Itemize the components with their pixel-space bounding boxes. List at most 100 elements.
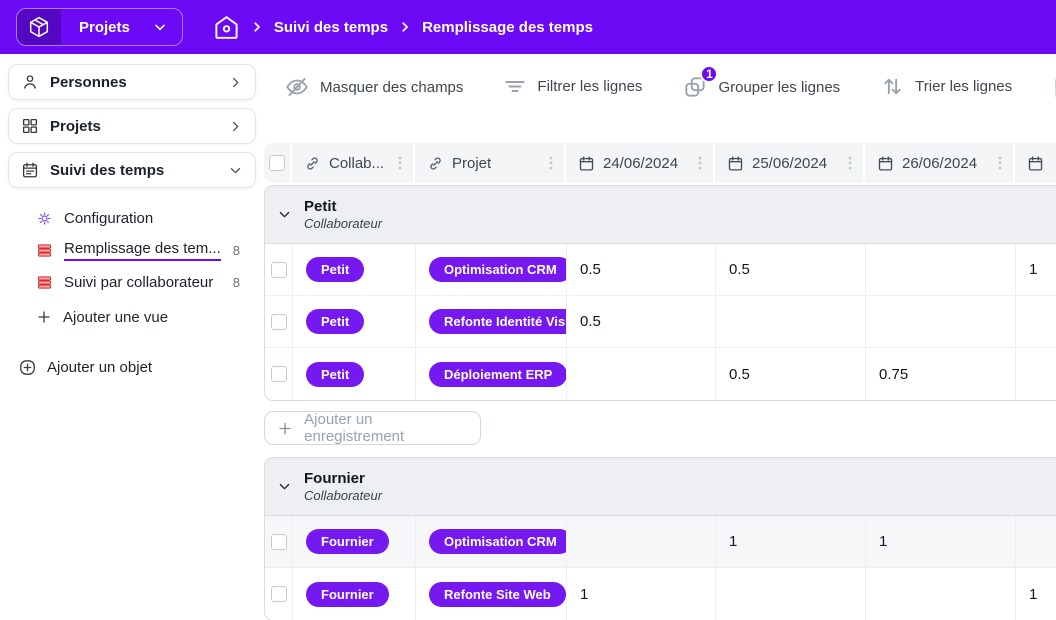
view-count-badge: 8	[233, 243, 240, 258]
value-cell[interactable]: 1	[567, 568, 716, 620]
view-type-button[interactable]: Tableau	[1052, 74, 1056, 101]
workspace-name: Projets	[61, 19, 152, 36]
projet-pill[interactable]: Refonte Identité Visuelle	[429, 309, 567, 334]
plus-icon	[36, 309, 52, 325]
value-cell[interactable]	[1016, 516, 1056, 567]
app-logo-icon	[17, 8, 61, 46]
value-cell[interactable]	[1016, 296, 1056, 347]
value-cell[interactable]: 0.5	[567, 296, 716, 347]
column-menu-icon[interactable]	[993, 155, 1007, 171]
column-header-collaborateur[interactable]: Collab...	[292, 143, 415, 183]
projet-cell[interactable]: Déploiement ERP	[416, 348, 567, 400]
sidebar-item-suivi-des-temps[interactable]: Suivi des temps	[8, 152, 256, 188]
value-cell[interactable]: 0.5	[716, 348, 866, 400]
breadcrumb-item-suivi-des-temps[interactable]: Suivi des temps	[274, 19, 388, 36]
collaborateur-pill[interactable]: Petit	[306, 309, 364, 334]
projet-pill[interactable]: Déploiement ERP	[429, 362, 567, 387]
value-cell[interactable]	[866, 244, 1016, 295]
select-all-checkbox[interactable]	[269, 155, 285, 171]
group-rows-button[interactable]: 1 Grouper les lignes	[682, 74, 840, 100]
row-checkbox[interactable]	[271, 314, 287, 330]
group-title: Petit	[304, 197, 382, 217]
projet-cell[interactable]: Optimisation CRM	[416, 244, 567, 295]
chevron-right-icon	[228, 75, 243, 90]
value-cell[interactable]: 1	[866, 516, 1016, 567]
collaborateur-pill[interactable]: Petit	[306, 257, 364, 282]
calendar-icon	[21, 161, 39, 179]
value-cell[interactable]	[866, 568, 1016, 620]
toolbar-label: Grouper les lignes	[718, 79, 840, 96]
collaborateur-cell[interactable]: Petit	[293, 296, 416, 347]
row-select-cell	[265, 568, 293, 620]
value-cell[interactable]	[716, 296, 866, 347]
collaborateur-pill[interactable]: Fournier	[306, 529, 389, 554]
plus-square-icon	[18, 358, 37, 377]
sidebar-item-projets[interactable]: Projets	[8, 108, 256, 144]
group-header[interactable]: Fournier Collaborateur	[265, 458, 1056, 516]
column-header-date-26-06[interactable]: 26/06/2024	[865, 143, 1015, 183]
toolbar-label: Trier les lignes	[915, 78, 1012, 95]
breadcrumb-separator-icon	[398, 20, 412, 34]
value-cell[interactable]	[1016, 348, 1056, 400]
add-view-button[interactable]: Ajouter une vue	[8, 300, 256, 334]
sidebar-item-personnes[interactable]: Personnes	[8, 64, 256, 100]
view-item-suivi-par-collaborateur[interactable]: Suivi par collaborateur 8	[8, 266, 256, 298]
value-cell[interactable]	[567, 348, 716, 400]
row-checkbox[interactable]	[271, 366, 287, 382]
filter-rows-button[interactable]: Filtrer les lignes	[503, 74, 642, 98]
value-cell[interactable]	[716, 568, 866, 620]
toolbar-label: Filtrer les lignes	[537, 78, 642, 95]
column-header-date-25-06[interactable]: 25/06/2024	[715, 143, 865, 183]
value-cell[interactable]	[567, 516, 716, 567]
column-header-projet[interactable]: Projet	[415, 143, 566, 183]
row-select-cell	[265, 348, 293, 400]
view-item-configuration[interactable]: Configuration	[8, 202, 256, 234]
collaborateur-pill[interactable]: Petit	[306, 362, 364, 387]
value-cell[interactable]	[866, 296, 1016, 347]
link-icon	[304, 155, 321, 172]
select-all-header-cell[interactable]	[264, 143, 292, 183]
view-item-label: Configuration	[64, 210, 153, 227]
home-button[interactable]	[213, 14, 240, 41]
row-checkbox[interactable]	[271, 262, 287, 278]
column-menu-icon[interactable]	[393, 155, 407, 171]
value-cell[interactable]: 0.5	[716, 244, 866, 295]
projet-pill[interactable]: Optimisation CRM	[429, 529, 567, 554]
value-cell[interactable]: 0.5	[567, 244, 716, 295]
projet-pill[interactable]: Refonte Site Web	[429, 582, 566, 607]
column-menu-icon[interactable]	[544, 155, 558, 171]
row-checkbox[interactable]	[271, 586, 287, 602]
value-cell[interactable]: 1	[1016, 568, 1056, 620]
workspace-selector[interactable]: Projets	[16, 8, 183, 46]
sort-rows-button[interactable]: Trier les lignes	[880, 74, 1012, 99]
add-object-button[interactable]: Ajouter un objet	[8, 350, 256, 384]
value-cell[interactable]: 1	[716, 516, 866, 567]
column-header-date-partial[interactable]	[1015, 143, 1056, 183]
view-toolbar: Masquer des champs Filtrer les lignes 1	[264, 54, 1056, 143]
breadcrumb-item-remplissage-des-temps[interactable]: Remplissage des temps	[422, 19, 593, 36]
column-menu-icon[interactable]	[843, 155, 857, 171]
collaborateur-cell[interactable]: Fournier	[293, 516, 416, 567]
collaborateur-cell[interactable]: Petit	[293, 348, 416, 400]
projet-cell[interactable]: Refonte Site Web	[416, 568, 567, 620]
hide-fields-button[interactable]: Masquer des champs	[284, 74, 463, 100]
view-item-remplissage[interactable]: Remplissage des tem... 8	[8, 234, 256, 266]
group-fournier: Fournier Collaborateur Fournier Optimisa…	[264, 457, 1056, 620]
group-header[interactable]: Petit Collaborateur	[265, 186, 1056, 244]
collaborateur-pill[interactable]: Fournier	[306, 582, 389, 607]
table-view-icon	[36, 242, 53, 259]
add-record-button[interactable]: Ajouter un enregistrement	[264, 411, 481, 445]
column-header-date-24-06[interactable]: 24/06/2024	[566, 143, 715, 183]
collaborateur-cell[interactable]: Petit	[293, 244, 416, 295]
toolbar-label: Masquer des champs	[320, 79, 463, 96]
main-content: Masquer des champs Filtrer les lignes 1	[264, 54, 1056, 620]
projet-cell[interactable]: Refonte Identité Visuelle	[416, 296, 567, 347]
collaborateur-cell[interactable]: Fournier	[293, 568, 416, 620]
value-cell[interactable]: 1	[1016, 244, 1056, 295]
add-view-label: Ajouter une vue	[63, 309, 168, 326]
projet-cell[interactable]: Optimisation CRM	[416, 516, 567, 567]
column-menu-icon[interactable]	[693, 155, 707, 171]
value-cell[interactable]: 0.75	[866, 348, 1016, 400]
projet-pill[interactable]: Optimisation CRM	[429, 257, 567, 282]
row-checkbox[interactable]	[271, 534, 287, 550]
